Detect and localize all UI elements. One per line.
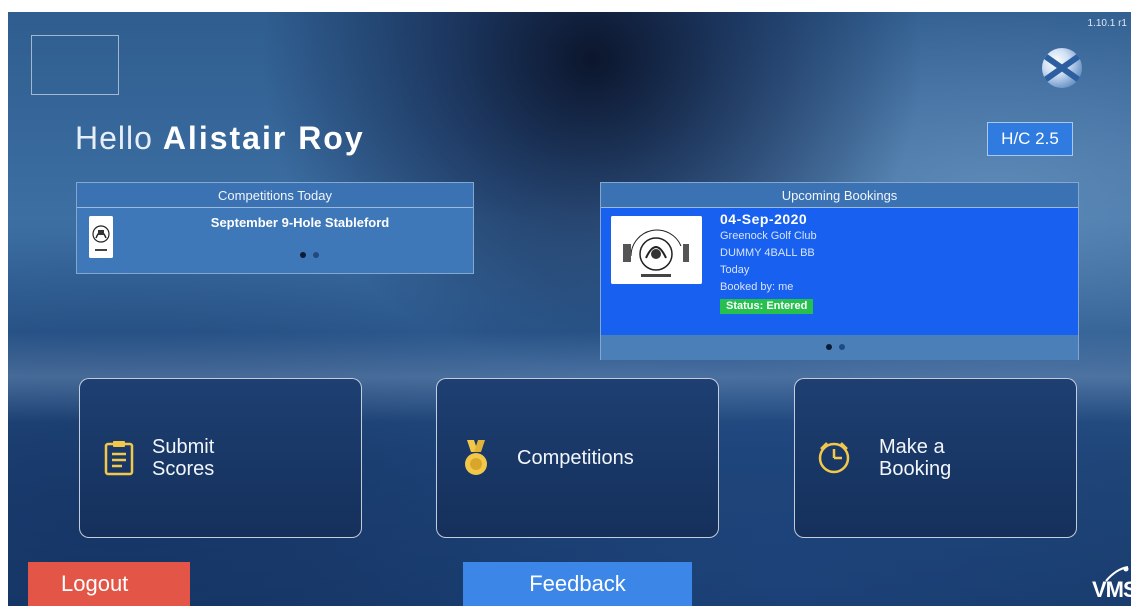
logout-button[interactable]: Logout	[28, 562, 190, 606]
app-version: 1.10.1 r1	[1087, 18, 1127, 29]
booking-booked-by: Booked by: me	[720, 281, 794, 293]
status-badge: Status: Entered	[720, 299, 814, 314]
submit-scores-label: Submit Scores	[152, 436, 214, 480]
app-screen: 1.10.1 r1 Hello Alistair Roy H/C 2.5 Com…	[8, 12, 1131, 606]
booking-date: 04-Sep-2020	[720, 211, 808, 227]
booking-details: 04-Sep-2020 Greenock Golf Club DUMMY 4BA…	[720, 211, 817, 314]
booking-item[interactable]: 04-Sep-2020 Greenock Golf Club DUMMY 4BA…	[601, 208, 1078, 335]
upcoming-bookings-header: Upcoming Bookings	[601, 183, 1078, 208]
feedback-button[interactable]: Feedback	[463, 562, 692, 606]
scottish-golf-globe-icon[interactable]	[1042, 48, 1082, 88]
clipboard-icon	[104, 441, 134, 476]
submit-scores-button[interactable]: Submit Scores	[79, 378, 362, 538]
booking-club: Greenock Golf Club	[720, 230, 817, 242]
competition-title: September 9-Hole Stableford	[210, 215, 390, 230]
vms-logo: VMS	[1092, 577, 1131, 602]
competitions-label: Competitions	[517, 447, 634, 469]
page-dot[interactable]	[839, 344, 845, 350]
tile-label-line: Make a	[879, 436, 945, 458]
competitions-today-header: Competitions Today	[77, 183, 473, 208]
competitions-page-indicator[interactable]	[300, 252, 319, 258]
club-crest-icon	[89, 216, 113, 258]
clock-icon	[818, 442, 850, 474]
make-a-booking-button[interactable]: Make a Booking	[794, 378, 1077, 538]
tile-label-line: Competitions	[517, 447, 634, 469]
club-crest-small-icon	[89, 216, 113, 258]
make-a-booking-label: Make a Booking	[879, 436, 951, 480]
club-logo-placeholder	[31, 35, 119, 95]
greenock-golf-club-crest-icon	[611, 216, 702, 284]
competitions-button[interactable]: Competitions	[436, 378, 719, 538]
handicap-button[interactable]: H/C 2.5	[987, 122, 1073, 156]
competitions-today-card[interactable]: Competitions Today September 9-Hole Stab…	[76, 182, 474, 274]
medal-icon	[465, 440, 487, 475]
competitions-today-body[interactable]: September 9-Hole Stableford	[77, 208, 473, 274]
tile-label-line: Scores	[152, 458, 215, 480]
club-crest-large-icon	[611, 216, 702, 284]
greeting-prefix: Hello	[75, 120, 153, 156]
tile-label-line: Submit	[152, 436, 215, 458]
tile-label-line: Booking	[879, 458, 952, 480]
page-dot-active[interactable]	[826, 344, 832, 350]
upcoming-bookings-card[interactable]: Upcoming Bookings 04-Sep-2020 Greenock G…	[600, 182, 1079, 360]
booking-when: Today	[720, 264, 750, 276]
upcoming-bookings-footer	[601, 335, 1078, 360]
member-name: Alistair Roy	[162, 120, 365, 156]
page-dot-active[interactable]	[300, 252, 306, 258]
greeting: Hello Alistair Roy	[75, 120, 365, 157]
booking-event: DUMMY 4BALL BB	[720, 247, 815, 259]
page-dot[interactable]	[313, 252, 319, 258]
bookings-page-indicator[interactable]	[826, 344, 845, 350]
